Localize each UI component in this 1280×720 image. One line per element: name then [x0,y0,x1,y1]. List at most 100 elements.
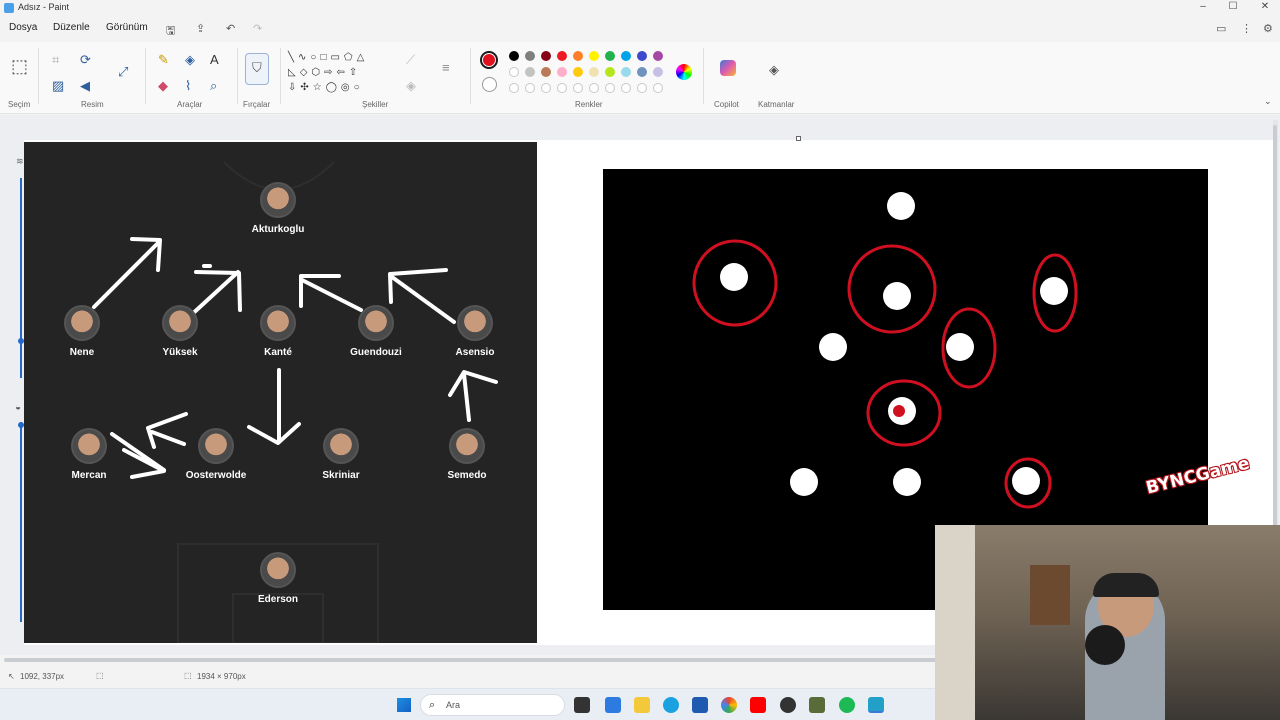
color-swatch[interactable] [637,83,647,93]
color-swatch[interactable] [653,67,663,77]
redo-icon[interactable]: ↷ [253,22,262,35]
color-swatch[interactable] [605,67,615,77]
webcam-microphone [1085,625,1125,665]
rotate-icon[interactable]: ⟳ [80,52,91,68]
close-button[interactable]: ✕ [1250,1,1280,15]
pencil-icon[interactable]: ✎ [158,52,169,68]
size-slider[interactable] [20,422,22,622]
primary-color[interactable] [480,51,498,69]
store-icon[interactable] [692,697,708,713]
crop-icon[interactable]: ⌗ [52,52,59,68]
account-icon[interactable]: ⋮ [1241,22,1252,35]
remove-background-icon[interactable]: ▨ [52,78,64,94]
resize-icon[interactable]: ⤢ [118,64,128,80]
divider [237,48,238,104]
save-icon[interactable]: 🖫 [166,22,175,41]
spotify-icon[interactable] [839,697,855,713]
color-swatch[interactable] [509,67,519,77]
color-swatch[interactable] [525,83,535,93]
selection-rect-icon[interactable]: ⬚ [11,56,28,77]
color-swatch[interactable] [653,51,663,61]
layers-icon[interactable]: ◈ [769,62,779,78]
color-swatch[interactable] [589,67,599,77]
shape-fill-icon[interactable]: ◈ [406,78,416,94]
fill-icon[interactable]: ◈ [185,52,195,68]
start-icon[interactable] [397,698,411,712]
color-swatch[interactable] [573,83,583,93]
color-swatch[interactable] [589,51,599,61]
shapes-gallery[interactable]: ╲∿○□▭⬠△ ◺◇⬡⇨⇦⇧ ⇩✣☆◯◎○ [288,50,396,96]
opacity-slider[interactable] [20,178,22,378]
copilot-icon[interactable] [720,60,736,76]
eraser-icon[interactable]: ◆ [158,78,168,94]
color-swatch[interactable] [557,51,567,61]
color-swatch[interactable] [637,67,647,77]
color-swatch[interactable] [525,51,535,61]
canvas-size-icon: ⬚ [184,671,192,680]
color-swatch[interactable] [509,83,519,93]
game-icon[interactable] [809,697,825,713]
player-avatar [260,182,296,218]
maximize-button[interactable]: ☐ [1218,1,1248,15]
secondary-color[interactable] [482,77,497,92]
file-explorer-icon[interactable] [634,697,650,713]
player-avatar [358,305,394,341]
share-icon[interactable]: ⇪ [196,22,205,35]
color-swatch[interactable] [525,67,535,77]
canvas-resize-handle[interactable] [796,136,801,141]
color-swatch[interactable] [541,51,551,61]
group-label-brushes: Fırçalar [243,100,271,109]
collapse-ribbon-icon[interactable]: ⌄ [1264,96,1272,107]
chrome-icon[interactable] [721,697,737,713]
color-swatch[interactable] [605,51,615,61]
settings-gear-icon[interactable]: ⚙ [1263,22,1273,35]
layer-stack-icon[interactable]: ≋ [16,156,24,167]
widgets-icon[interactable] [605,697,621,713]
stroke-size-icon[interactable]: ≡ [442,60,450,75]
menu-edit[interactable]: Düzenle [53,22,90,33]
color-swatch[interactable] [509,51,519,61]
color-swatch[interactable] [653,83,663,93]
primary-color-swatch [483,54,495,66]
obs-icon[interactable] [780,697,796,713]
color-swatch[interactable] [589,83,599,93]
color-swatch[interactable] [637,51,647,61]
color-swatch[interactable] [557,67,567,77]
brushes-button[interactable]: ⛉ [245,53,269,85]
flip-icon[interactable]: ◀ [80,78,90,94]
player-name: Ederson [257,594,298,605]
player-avatar [449,428,485,464]
outline-icon[interactable]: ⟋ [406,52,415,68]
color-swatch[interactable] [557,83,567,93]
color-picker-icon[interactable]: ⌇ [185,78,191,94]
edge-icon[interactable] [663,697,679,713]
menu-file[interactable]: Dosya [9,22,37,33]
feedback-icon[interactable]: ▭ [1216,22,1226,35]
text-icon[interactable]: A [210,52,219,67]
taskbar-search-box[interactable]: ⌕ Ara [420,694,565,716]
color-swatch[interactable] [621,83,631,93]
magnifier-icon[interactable]: ⌕ [210,78,217,94]
minimize-button[interactable]: ‒ [1188,1,1218,15]
undo-icon[interactable]: ↶ [226,22,235,35]
color-swatch[interactable] [621,67,631,77]
group-label-copilot: Copilot [714,100,739,109]
color-swatch[interactable] [605,83,615,93]
position-dots [720,192,1068,496]
lock-icon[interactable]: ◒ [15,402,21,413]
player-card: Skriniar [296,428,386,481]
color-swatch[interactable] [573,51,583,61]
color-swatch[interactable] [541,67,551,77]
group-label-selection: Seçim [8,100,31,109]
red-highlight-circles [692,239,1078,509]
divider [38,48,39,104]
youtube-icon[interactable] [750,697,766,713]
menu-view[interactable]: Görünüm [106,22,148,33]
color-swatch[interactable] [573,67,583,77]
edit-colors-icon[interactable] [676,64,692,80]
color-swatch[interactable] [621,51,631,61]
task-view-icon[interactable] [574,697,590,713]
paint-taskbar-icon[interactable] [868,697,884,713]
color-swatch[interactable] [541,83,551,93]
divider [470,48,471,104]
